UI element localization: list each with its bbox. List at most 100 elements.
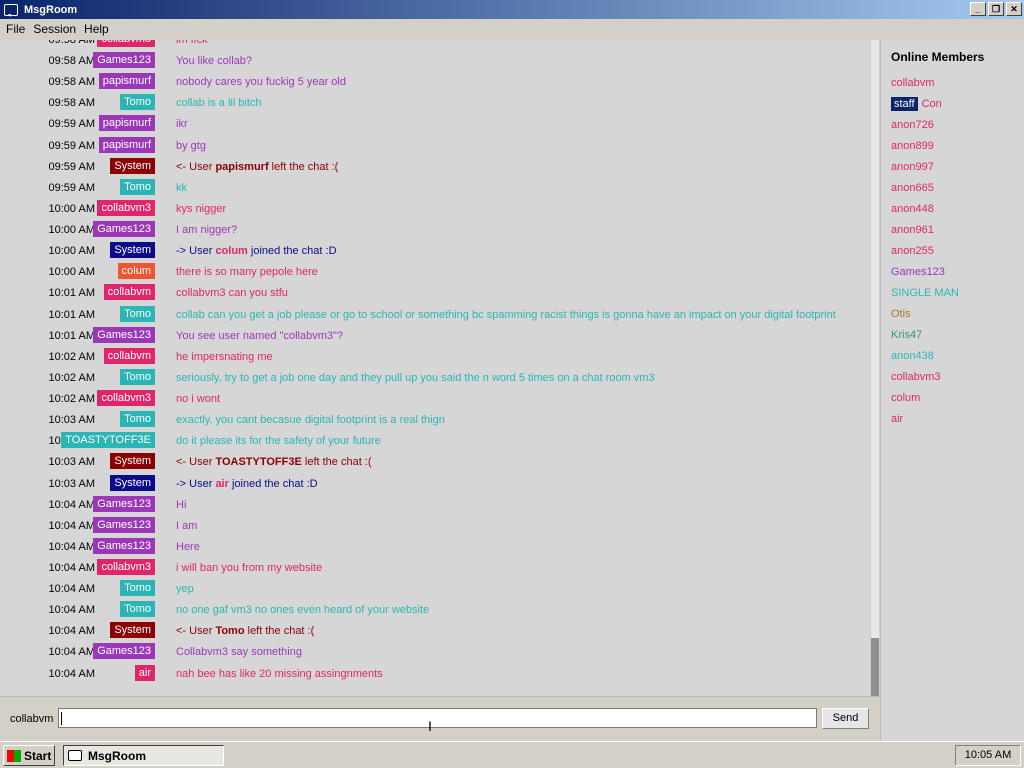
message-username-badge[interactable]: Tomo	[120, 411, 155, 428]
menu-file[interactable]: File	[2, 22, 29, 36]
start-button[interactable]: Start	[3, 745, 55, 766]
message-text: <- User Tomo left the chat :(	[176, 625, 314, 637]
close-button[interactable]: ✕	[1006, 2, 1022, 16]
message-username-badge[interactable]: collabvm3	[97, 199, 155, 216]
member-name: anon899	[891, 140, 934, 152]
message-username-badge[interactable]: Games123	[93, 537, 155, 554]
message-username-badge[interactable]: collabvm3	[97, 559, 155, 575]
message-username-badge[interactable]: papismurf	[98, 136, 155, 153]
message-text: no i wont	[176, 393, 221, 406]
online-member-item[interactable]: anon961	[891, 224, 934, 236]
message-timestamp: 10:02 AM	[48, 350, 95, 363]
message-username-badge[interactable]: System	[110, 622, 155, 639]
message-username-badge[interactable]: TOASTYTOFF3E	[61, 432, 155, 449]
minimize-button[interactable]: _	[970, 2, 986, 16]
chat-message-row: 10:02 AM collabvm3 no i wont	[0, 389, 870, 409]
message-input-bar: collabvm Send	[0, 696, 880, 741]
message-username-badge[interactable]: colum	[117, 263, 155, 280]
message-username-badge[interactable]: Tomo	[120, 580, 155, 597]
system-message-suffix: joined the chat :D	[228, 477, 318, 490]
message-username-badge[interactable]: Tomo	[120, 368, 155, 385]
message-username-badge[interactable]: collabvm3	[97, 40, 155, 47]
message-input[interactable]	[58, 708, 817, 728]
chat-log[interactable]: 09:58 AMcollabvm3im ffck09:58 AMGames123…	[0, 40, 870, 696]
message-username-badge[interactable]: collabvm	[103, 284, 155, 301]
chat-message-row: 09:59 AM papismurf by gtg	[0, 136, 870, 156]
online-member-item[interactable]: anon665	[891, 182, 934, 194]
online-member-item[interactable]: collabvm3	[891, 371, 941, 383]
online-member-item[interactable]: anon255	[891, 245, 934, 257]
system-message-username: TOASTYTOFF3E	[215, 456, 302, 469]
message-text: I am nigger?	[176, 224, 238, 237]
chat-message-row: 10:03 AMTOASTYTOFF3Edo it please its for…	[0, 431, 870, 451]
online-member-item[interactable]: anon997	[891, 161, 934, 173]
message-username-badge[interactable]: Games123	[93, 326, 155, 343]
chat-message-row: 10:04 AM Games123 Collabvm3 say something	[0, 642, 870, 662]
system-message-suffix: left the chat :(	[244, 625, 315, 638]
message-username-badge[interactable]: Tomo	[120, 178, 155, 195]
online-member-item[interactable]: anon899	[891, 140, 934, 152]
member-name: Otis	[891, 308, 911, 320]
online-member-item[interactable]: Kris47	[891, 329, 922, 341]
chat-message-row: 10:02 AM collabvm he impersnating me	[0, 347, 870, 367]
online-member-item[interactable]: staff Con	[891, 97, 942, 111]
start-label: Start	[24, 748, 52, 763]
chat-message-row: 10:02 AM Tomo seriously, try to get a job …	[0, 368, 870, 388]
online-member-item[interactable]: SINGLE MAN	[891, 287, 959, 299]
message-timestamp: 10:04 AM	[48, 667, 95, 680]
message-username-badge[interactable]: Games123	[93, 516, 155, 533]
member-name: anon438	[891, 350, 934, 362]
online-member-item[interactable]: Games123	[891, 266, 945, 278]
message-username-badge[interactable]: papismurf	[98, 73, 155, 90]
message-username-badge[interactable]: papismurf	[98, 115, 155, 132]
message-username-badge[interactable]: Tomo	[120, 305, 155, 322]
online-member-item[interactable]: anon726	[891, 119, 934, 131]
message-username-badge[interactable]: System	[110, 242, 155, 259]
message-timestamp: 10:04 AM	[48, 604, 95, 617]
message-username-badge[interactable]: System	[110, 474, 155, 491]
message-username-badge[interactable]: Games123	[93, 52, 155, 69]
scrollbar-thumb[interactable]	[871, 638, 879, 696]
member-name: air	[891, 413, 904, 425]
online-members-panel: Online Members collabvm staff Con anon726 an…	[880, 40, 1024, 740]
system-message-prefix: <- User	[176, 625, 216, 638]
message-username-badge[interactable]: System	[110, 157, 155, 174]
message-username-badge[interactable]: collabvm3	[97, 390, 155, 407]
menu-help[interactable]: Help	[80, 22, 113, 36]
message-timestamp: 10:02 AM	[48, 393, 95, 406]
message-text: Collabvm3 say something	[176, 646, 302, 659]
menu-session[interactable]: Session	[29, 22, 80, 36]
message-username-badge[interactable]: Games123	[93, 495, 155, 512]
chat-message-row: 10:04 AM Tomo no one gaf vm3 no ones even …	[0, 600, 870, 620]
taskbar-item-msgroom[interactable]: MsgRoom	[63, 745, 224, 766]
chat-message-row: 10:03 AM System -> User air joined the cha…	[0, 474, 870, 494]
message-timestamp: 10:03 AM	[48, 456, 95, 469]
online-member-item[interactable]: collabvm	[891, 77, 934, 89]
system-message-prefix: <- User	[176, 160, 216, 173]
message-username-badge[interactable]: collabvm	[103, 347, 155, 364]
chat-message-row: 10:04 AM Games123 I am	[0, 516, 870, 536]
message-username-badge[interactable]: Tomo	[120, 601, 155, 618]
send-button[interactable]: Send	[822, 708, 869, 729]
message-username-badge[interactable]: air	[134, 664, 155, 681]
title-bar[interactable]: MsgRoom _ ❐ ✕	[0, 0, 1024, 19]
taskbar: Start MsgRoom 10:05 AM	[0, 741, 1024, 768]
message-timestamp: 09:58 AM	[48, 55, 95, 68]
online-member-item[interactable]: anon438	[891, 350, 934, 362]
message-timestamp: 10:04 AM	[48, 540, 95, 553]
message-username-badge[interactable]: System	[110, 453, 155, 470]
message-timestamp: 10:00 AM	[48, 266, 95, 279]
message-text: I am	[176, 519, 198, 532]
message-username-badge[interactable]: Games123	[93, 643, 155, 660]
online-member-item[interactable]: colum	[891, 392, 920, 404]
msgroom-window: MsgRoom _ ❐ ✕ File Session Help 09:58 AM…	[0, 0, 1024, 741]
message-text: nobody cares you fuckig 5 year old	[176, 76, 346, 89]
online-member-item[interactable]: anon448	[891, 203, 934, 215]
chat-scrollbar[interactable]	[870, 40, 879, 696]
message-timestamp: 10:01 AM	[48, 329, 95, 342]
maximize-button[interactable]: ❐	[988, 2, 1004, 16]
online-member-item[interactable]: Otis	[891, 308, 911, 320]
message-username-badge[interactable]: Tomo	[120, 94, 155, 111]
message-username-badge[interactable]: Games123	[93, 221, 155, 238]
online-member-item[interactable]: air	[891, 413, 903, 425]
